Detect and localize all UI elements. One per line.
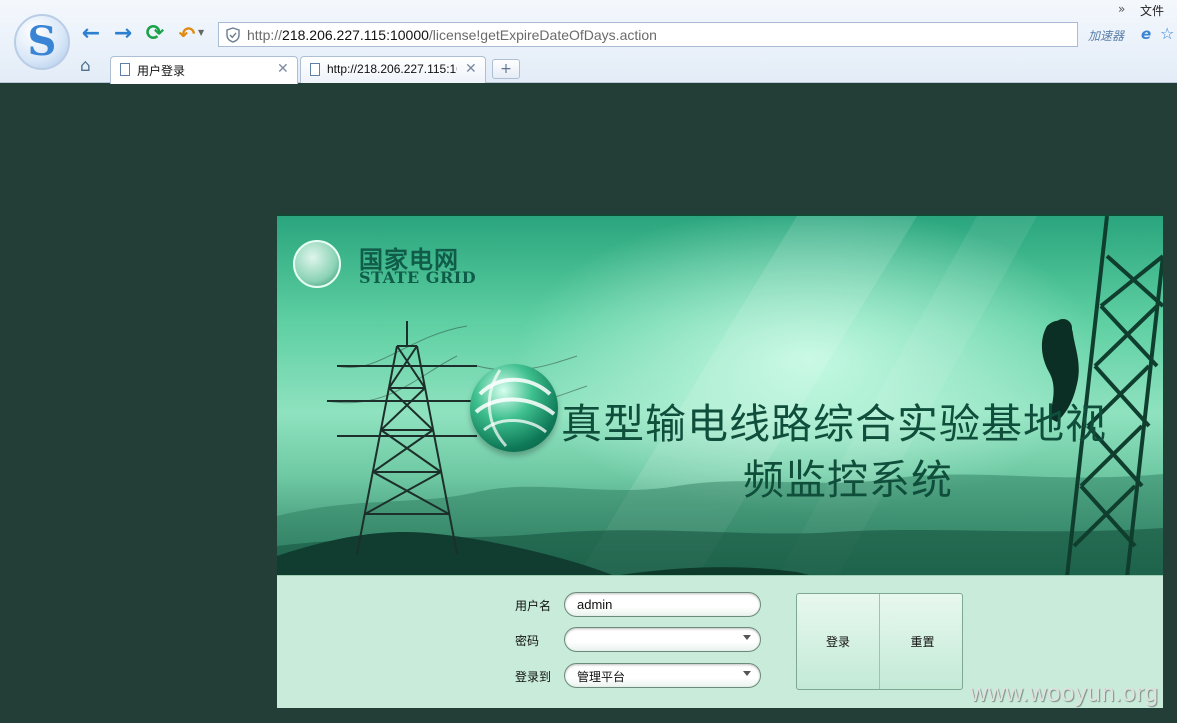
undo-icon[interactable]: ↶ bbox=[175, 22, 199, 46]
forward-icon[interactable]: → bbox=[111, 22, 135, 46]
tab-label: http://218.206.227.115:10000 bbox=[327, 62, 457, 76]
username-input[interactable]: admin bbox=[564, 592, 761, 617]
tab-label: 用户登录 bbox=[137, 64, 186, 78]
tab-user-login[interactable]: 用户登录 ✕ bbox=[110, 56, 298, 84]
file-menu[interactable]: 文件 bbox=[1140, 2, 1164, 19]
header-banner: 国家电网 STATE GRID 真型输电线路综合实验基地视 频监控系统 bbox=[277, 214, 1163, 575]
favorite-star-icon[interactable]: ☆ bbox=[1160, 24, 1174, 43]
back-icon[interactable]: ← bbox=[79, 22, 103, 46]
system-title-line1: 真型输电线路综合实验基地视 bbox=[561, 400, 1107, 448]
chevron-down-icon[interactable] bbox=[743, 635, 751, 640]
state-grid-emblem-icon bbox=[293, 240, 341, 288]
system-title-line2: 频监控系统 bbox=[743, 456, 953, 504]
browser-toolbar: S ← → ⟳ ↶ ▼ http://218.206.227.115:10000… bbox=[0, 0, 1177, 84]
login-button[interactable]: 登录 bbox=[797, 594, 880, 689]
page-icon bbox=[310, 63, 320, 76]
ie-mode-icon[interactable]: e bbox=[1141, 25, 1151, 43]
password-input[interactable] bbox=[564, 627, 761, 652]
close-icon[interactable]: ✕ bbox=[277, 61, 289, 77]
page-icon bbox=[120, 63, 130, 76]
login-target-select[interactable]: 管理平台 bbox=[564, 663, 761, 688]
brand-name-en: STATE GRID bbox=[359, 268, 477, 287]
browser-logo-icon[interactable]: S bbox=[14, 14, 70, 70]
more-menu-button[interactable]: » bbox=[1118, 2, 1125, 16]
globe-icon bbox=[470, 364, 558, 452]
chevron-down-icon[interactable] bbox=[743, 671, 751, 676]
address-bar[interactable]: http://218.206.227.115:10000/license!get… bbox=[218, 22, 1078, 47]
tab-url[interactable]: http://218.206.227.115:10000 ✕ bbox=[300, 56, 486, 83]
username-label: 用户名 bbox=[515, 599, 552, 613]
login-target-value: 管理平台 bbox=[577, 670, 626, 684]
undo-dropdown-icon[interactable]: ▼ bbox=[198, 28, 204, 37]
refresh-icon[interactable]: ⟳ bbox=[143, 22, 167, 46]
watermark-text: www.wooyun.org bbox=[970, 680, 1159, 707]
shield-icon bbox=[225, 26, 241, 43]
reset-button[interactable]: 重置 bbox=[881, 594, 964, 689]
password-label: 密码 bbox=[515, 634, 540, 648]
username-value: admin bbox=[577, 597, 613, 612]
close-icon[interactable]: ✕ bbox=[465, 61, 477, 77]
accelerator-button[interactable]: 加速器 bbox=[1088, 27, 1124, 44]
login-target-label: 登录到 bbox=[515, 670, 552, 684]
home-icon[interactable]: ⌂ bbox=[80, 58, 91, 75]
new-tab-button[interactable]: + bbox=[492, 59, 520, 79]
action-buttons: 登录 重置 bbox=[796, 593, 963, 690]
login-panel: 国家电网 STATE GRID 真型输电线路综合实验基地视 频监控系统 用户名 … bbox=[277, 214, 1163, 708]
url-text: http://218.206.227.115:10000/license!get… bbox=[247, 27, 657, 43]
